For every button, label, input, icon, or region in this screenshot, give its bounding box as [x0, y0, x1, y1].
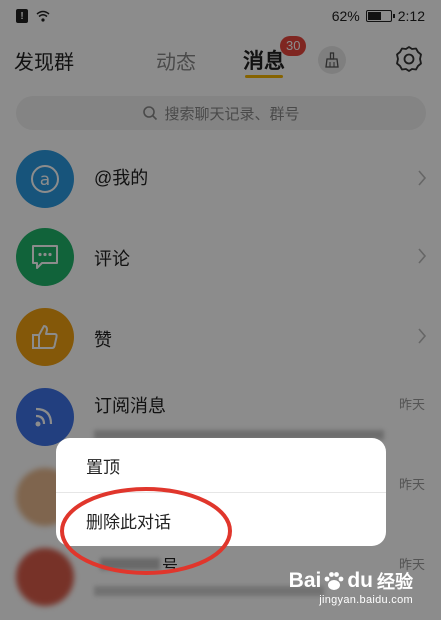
- paw-icon: [324, 572, 344, 590]
- baidu-logo: Bai du 经验: [288, 569, 413, 592]
- baidu-jingyan-watermark: Bai du 经验 jingyan.baidu.com: [289, 568, 413, 606]
- screen: ! 62% 2:12 发现群 动态 消息 30 搜索聊天记录、群号 a @我的 …: [0, 0, 441, 620]
- annotation-ellipse: [60, 487, 232, 575]
- watermark-url: jingyan.baidu.com: [319, 594, 413, 606]
